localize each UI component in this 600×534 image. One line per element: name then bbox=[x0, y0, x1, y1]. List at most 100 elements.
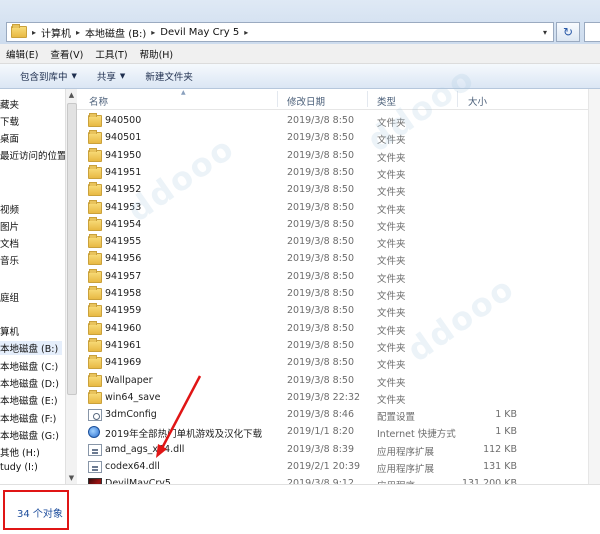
sidebar-item[interactable]: 本地磁盘 (E:) bbox=[0, 393, 58, 407]
table-row[interactable]: win64_save 2019/3/8 22:32 文件夹 bbox=[77, 389, 600, 407]
internet-shortcut-icon bbox=[88, 426, 100, 439]
table-row[interactable]: amd_ags_x64.dll 2019/3/8 8:39 应用程序扩展 112 KB bbox=[77, 442, 600, 459]
sidebar-item[interactable]: 算机 bbox=[0, 324, 19, 338]
navigation-scrollbar[interactable]: ▲ ▼ bbox=[65, 89, 77, 484]
search-input[interactable] bbox=[584, 22, 600, 42]
address-dropdown-icon[interactable]: ▾ bbox=[537, 23, 553, 41]
table-row[interactable]: 941950 2019/3/8 8:50 文件夹 bbox=[77, 147, 600, 165]
chevron-right-icon[interactable]: ▸ bbox=[76, 28, 80, 37]
status-bar bbox=[0, 484, 600, 534]
file-name: 941969 bbox=[105, 357, 142, 369]
file-type: 应用程序扩展 bbox=[377, 446, 435, 458]
sidebar-item[interactable]: 下载 bbox=[0, 114, 19, 128]
folder-icon bbox=[11, 24, 27, 38]
file-type: 文件夹 bbox=[377, 394, 406, 406]
menu-view[interactable]: 查看(V) bbox=[50, 47, 83, 61]
file-list: ▲ 名称 修改日期 类型 大小 940500 2019/3/8 8:50 文件夹 94… bbox=[77, 89, 600, 484]
file-type: 文件夹 bbox=[377, 377, 406, 389]
refresh-button[interactable]: ↻ bbox=[556, 22, 580, 42]
sidebar-item[interactable]: 本地磁盘 (B:) bbox=[0, 341, 62, 355]
table-row[interactable]: 940500 2019/3/8 8:50 文件夹 bbox=[77, 113, 600, 130]
folder-icon bbox=[88, 147, 102, 162]
table-row[interactable]: 2019年全部热门单机游戏及汉化下载 2019/1/1 8:20 Internet … bbox=[77, 424, 600, 441]
dll-file-icon bbox=[88, 443, 102, 456]
folder-icon bbox=[88, 113, 102, 127]
folder-icon bbox=[88, 355, 102, 370]
sidebar-item[interactable]: 最近访问的位置 bbox=[0, 148, 65, 162]
sidebar-item[interactable]: 桌面 bbox=[0, 131, 19, 145]
sidebar-item[interactable]: 本地磁盘 (G:) bbox=[0, 428, 59, 442]
breadcrumb: ▸ 计算机 ▸ 本地磁盘 (B:) ▸ Devil May Cry 5 ▸ bbox=[27, 25, 253, 40]
file-date: 2019/2/1 20:39 bbox=[287, 461, 361, 472]
breadcrumb-computer[interactable]: 计算机 bbox=[41, 25, 71, 40]
table-row[interactable]: 940501 2019/3/8 8:50 文件夹 bbox=[77, 130, 600, 147]
file-date: 2019/3/8 8:46 bbox=[287, 409, 355, 421]
table-row[interactable]: Wallpaper 2019/3/8 8:50 文件夹 bbox=[77, 372, 600, 390]
include-in-library-button[interactable]: 包含到库中 ▼ bbox=[20, 69, 77, 83]
table-row[interactable]: 941955 2019/3/8 8:50 文件夹 bbox=[77, 234, 600, 251]
chevron-right-icon[interactable]: ▸ bbox=[244, 28, 248, 37]
chevron-right-icon[interactable]: ▸ bbox=[32, 28, 36, 37]
file-type: 文件夹 bbox=[377, 187, 406, 199]
sidebar-item[interactable]: 文档 bbox=[0, 236, 19, 250]
file-date: 2019/3/8 8:50 bbox=[287, 357, 355, 369]
menu-help[interactable]: 帮助(H) bbox=[140, 47, 174, 61]
column-header-date[interactable]: 修改日期 bbox=[287, 94, 325, 108]
file-date: 2019/3/8 8:50 bbox=[287, 305, 355, 317]
file-list-scrollbar[interactable] bbox=[588, 89, 600, 484]
table-row[interactable]: 3dmConfig 2019/3/8 8:46 配置设置 1 KB bbox=[77, 407, 600, 424]
scrollbar-thumb[interactable] bbox=[67, 103, 77, 395]
menu-tools[interactable]: 工具(T) bbox=[95, 47, 127, 61]
sidebar-item[interactable]: 本地磁盘 (C:) bbox=[0, 359, 58, 373]
sidebar-item[interactable]: 本地磁盘 (D:) bbox=[0, 376, 59, 390]
breadcrumb-current-folder[interactable]: Devil May Cry 5 bbox=[160, 27, 239, 38]
address-bar-area: ▸ 计算机 ▸ 本地磁盘 (B:) ▸ Devil May Cry 5 ▸ ▾ … bbox=[0, 0, 600, 44]
table-row[interactable]: 941957 2019/3/8 8:50 文件夹 bbox=[77, 268, 600, 286]
file-type: 配置设置 bbox=[377, 412, 416, 424]
file-name: Wallpaper bbox=[105, 374, 153, 386]
chevron-down-icon: ▼ bbox=[119, 72, 126, 80]
sidebar-item[interactable]: 其他 (H:) bbox=[0, 445, 40, 459]
folder-icon bbox=[88, 251, 102, 266]
new-folder-button[interactable]: 新建文件夹 bbox=[145, 69, 193, 83]
table-row[interactable]: 941959 2019/3/8 8:50 文件夹 bbox=[77, 303, 600, 320]
file-size: 1 KB bbox=[495, 409, 517, 421]
table-row[interactable]: 941958 2019/3/8 8:50 文件夹 bbox=[77, 286, 600, 303]
table-row[interactable]: 941960 2019/3/8 8:50 文件夹 bbox=[77, 320, 600, 338]
table-row[interactable]: codex64.dll 2019/2/1 20:39 应用程序扩展 131 KB bbox=[77, 459, 600, 476]
chevron-right-icon[interactable]: ▸ bbox=[151, 28, 155, 37]
scroll-down-icon[interactable]: ▼ bbox=[66, 472, 77, 484]
table-row[interactable]: 941961 2019/3/8 8:50 文件夹 bbox=[77, 337, 600, 355]
file-date: 2019/3/8 8:50 bbox=[287, 288, 355, 299]
file-name: 2019年全部热门单机游戏及汉化下载 bbox=[105, 429, 263, 441]
sidebar-item[interactable]: 本地磁盘 (F:) bbox=[0, 411, 56, 425]
file-type: 文件夹 bbox=[377, 273, 406, 285]
sidebar-item[interactable]: tudy (I:) bbox=[0, 462, 38, 473]
menu-edit[interactable]: 编辑(E) bbox=[6, 47, 38, 61]
file-name: 941958 bbox=[105, 288, 142, 299]
scroll-up-icon[interactable]: ▲ bbox=[66, 89, 77, 101]
config-file-icon bbox=[88, 409, 102, 422]
folder-icon bbox=[88, 389, 102, 404]
folder-icon bbox=[88, 320, 102, 335]
column-divider[interactable] bbox=[277, 91, 278, 107]
file-name: win64_save bbox=[105, 391, 161, 403]
include-in-library-label: 包含到库中 bbox=[20, 72, 68, 83]
column-header-name[interactable]: 名称 bbox=[89, 94, 108, 108]
file-name: 941959 bbox=[105, 305, 142, 317]
sidebar-item[interactable]: 音乐 bbox=[0, 253, 19, 267]
share-button[interactable]: 共享 ▼ bbox=[97, 69, 125, 83]
table-row[interactable]: 941956 2019/3/8 8:50 文件夹 bbox=[77, 251, 600, 268]
address-bar[interactable]: ▸ 计算机 ▸ 本地磁盘 (B:) ▸ Devil May Cry 5 ▸ ▾ bbox=[6, 22, 554, 42]
sidebar-item[interactable]: 图片 bbox=[0, 219, 19, 233]
table-row[interactable]: 941969 2019/3/8 8:50 文件夹 bbox=[77, 355, 600, 372]
sidebar-item[interactable]: 视频 bbox=[0, 202, 19, 216]
folder-icon bbox=[88, 164, 102, 179]
sidebar-item[interactable]: 庭组 bbox=[0, 290, 19, 304]
menu-bar: 编辑(E) 查看(V) 工具(T) 帮助(H) bbox=[0, 44, 600, 64]
sidebar-item[interactable]: 藏夹 bbox=[0, 97, 19, 111]
dll-file-icon bbox=[88, 461, 102, 473]
breadcrumb-drive-b[interactable]: 本地磁盘 (B:) bbox=[85, 25, 146, 40]
table-row[interactable]: DevilMayCry52019/3/8 9:12应用程序131,200 KB bbox=[77, 476, 600, 484]
column-divider[interactable] bbox=[367, 91, 368, 107]
